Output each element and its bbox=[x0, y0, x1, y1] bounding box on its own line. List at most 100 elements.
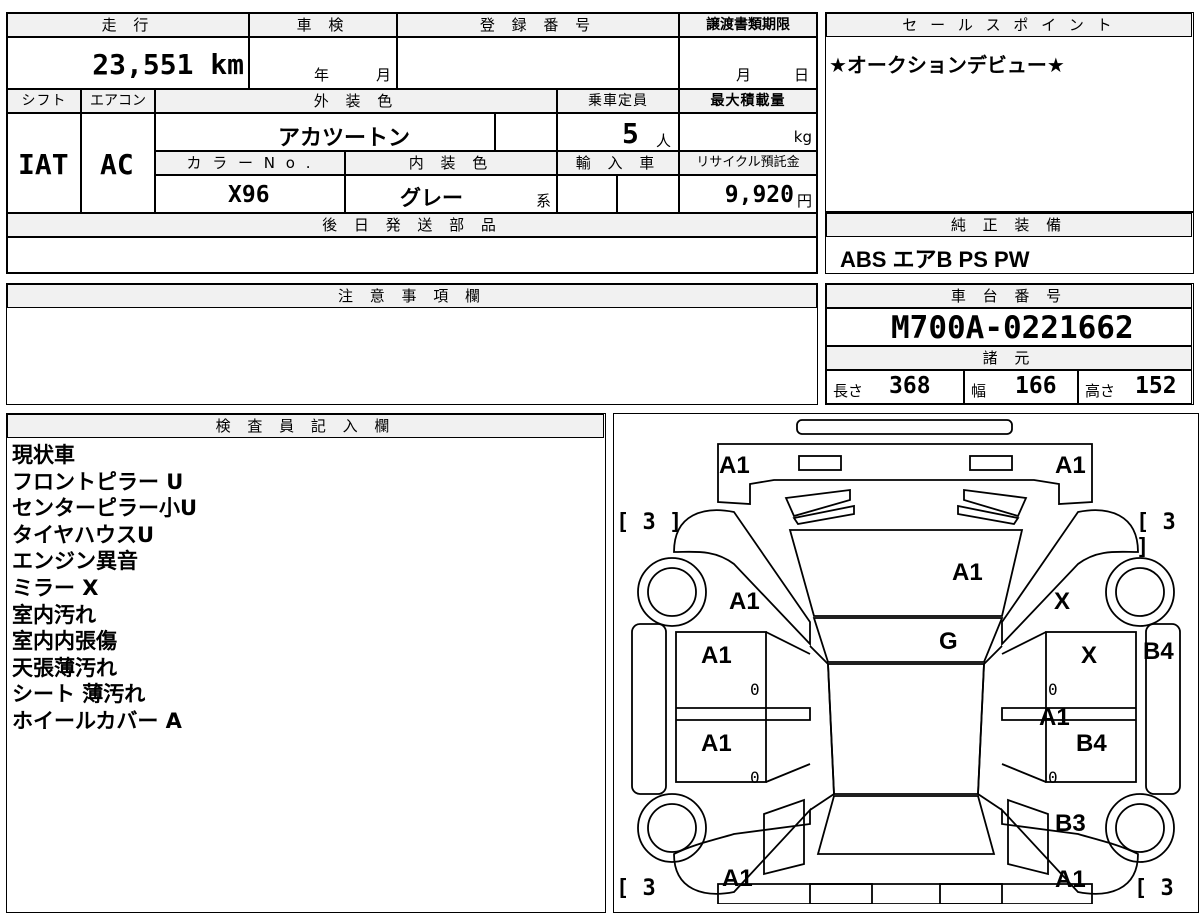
capacity-unit: 人 bbox=[656, 132, 672, 150]
exterior-color-cell: アカツートン bbox=[155, 113, 495, 151]
inspector-note: 室内内張傷 bbox=[12, 629, 117, 654]
registration-cell bbox=[397, 37, 679, 89]
width-label: 幅 bbox=[971, 382, 987, 400]
door-zero-mark: 0 bbox=[1048, 768, 1058, 787]
later-parts-cell bbox=[7, 237, 817, 273]
capacity-header: 乗車定員 bbox=[557, 89, 679, 113]
genuine-equipment-box: 純 正 装 備 ABS エアB PS PW bbox=[825, 212, 1194, 274]
transfer-day: 日 bbox=[794, 66, 810, 84]
tire-bracket: [ 3 ] bbox=[616, 510, 683, 535]
ac-value: AC bbox=[100, 148, 134, 181]
door-zero-mark: 0 bbox=[750, 768, 760, 787]
damage-mark: A1 bbox=[1039, 704, 1070, 731]
chassis-header: 車 台 番 号 bbox=[826, 284, 1192, 308]
mileage-header: 走 行 bbox=[7, 13, 249, 37]
damage-mark: A1 bbox=[701, 642, 732, 669]
transfer-month: 月 bbox=[736, 66, 752, 84]
inspector-note: フロントピラー U bbox=[12, 469, 184, 494]
genuine-equipment-value: ABS エアB PS PW bbox=[840, 247, 1030, 272]
transfer-deadline-cell: 月 日 bbox=[679, 37, 817, 89]
interior-color-cell: グレー 系 bbox=[345, 175, 557, 213]
door-zero-mark: 0 bbox=[1048, 680, 1058, 699]
shaken-header: 車 検 bbox=[249, 13, 397, 37]
height-value: 152 bbox=[1135, 373, 1177, 399]
inspector-note: エンジン異音 bbox=[12, 549, 138, 574]
damage-mark: B4 bbox=[1143, 638, 1174, 665]
damage-mark: A1 bbox=[1055, 866, 1086, 893]
damage-mark: A1 bbox=[719, 452, 750, 479]
damage-mark: A1 bbox=[722, 865, 753, 892]
inspector-notes-list: 現状車 フロントピラー U センターピラー小U タイヤハウスU エンジン異音 ミ… bbox=[12, 442, 197, 735]
notes-box: 注 意 事 項 欄 bbox=[6, 283, 818, 405]
damage-mark: A1 bbox=[1055, 452, 1086, 479]
later-parts-header: 後 日 発 送 部 品 bbox=[7, 213, 817, 237]
recycle-unit: 円 bbox=[796, 192, 812, 210]
inspector-note: シート 薄汚れ bbox=[12, 682, 146, 707]
damage-mark: G bbox=[939, 628, 958, 655]
damage-diagram-box: A1 A1 A1 A1 X G A1 X B4 A1 A1 B4 A1 B3 A… bbox=[613, 413, 1199, 913]
registration-header: 登 録 番 号 bbox=[397, 13, 679, 37]
import-cell-b bbox=[617, 175, 679, 213]
max-load-unit: kg bbox=[793, 128, 812, 146]
length-value: 368 bbox=[889, 373, 931, 399]
inspector-note: 現状車 bbox=[12, 443, 75, 467]
transfer-deadline-header: 譲渡書類期限 bbox=[679, 13, 817, 37]
shift-header: シフト bbox=[7, 89, 81, 113]
import-header: 輸 入 車 bbox=[557, 151, 679, 175]
damage-mark: A1 bbox=[701, 730, 732, 757]
width-value: 166 bbox=[1015, 373, 1057, 399]
interior-color-value: グレー bbox=[400, 186, 463, 210]
height-cell: 高さ 152 bbox=[1078, 370, 1192, 404]
ac-header: エアコン bbox=[81, 89, 155, 113]
width-cell: 幅 166 bbox=[964, 370, 1078, 404]
interior-color-header: 内 装 色 bbox=[345, 151, 557, 175]
damage-mark: X bbox=[1054, 588, 1071, 615]
import-cell-a bbox=[557, 175, 617, 213]
exterior-color-header: 外 装 色 bbox=[155, 89, 557, 113]
damage-mark: A1 bbox=[952, 559, 983, 586]
color-no-value: X96 bbox=[228, 182, 270, 208]
capacity-cell: 5 人 bbox=[557, 113, 679, 151]
inspector-note: 室内汚れ bbox=[12, 602, 96, 627]
length-cell: 長さ 368 bbox=[826, 370, 964, 404]
shaken-cell: 年 月 bbox=[249, 37, 397, 89]
tire-bracket: [ 3 bbox=[1134, 876, 1174, 901]
inspector-note: ホイールカバー A bbox=[12, 708, 182, 733]
sales-point-text: ★オークションデビュー★ bbox=[829, 53, 1065, 77]
max-load-cell: kg bbox=[679, 113, 817, 151]
sales-point-header: セ ー ル ス ポ イ ン ト bbox=[826, 13, 1192, 37]
shaken-month: 月 bbox=[376, 66, 392, 84]
damage-mark: A1 bbox=[729, 588, 760, 615]
interior-color-suffix: 系 bbox=[536, 192, 552, 210]
inspector-note: ミラー X bbox=[12, 575, 99, 600]
inspector-note: タイヤハウスU bbox=[12, 522, 155, 547]
height-label: 高さ bbox=[1085, 382, 1116, 400]
damage-mark: B4 bbox=[1076, 730, 1107, 757]
mileage-cell: 23,551 km bbox=[7, 37, 249, 89]
chassis-box: 車 台 番 号 M700A-0221662 諸 元 長さ 368 幅 166 高… bbox=[825, 283, 1194, 405]
damage-mark: B3 bbox=[1055, 810, 1086, 837]
chassis-number-value: M700A-0221662 bbox=[891, 310, 1134, 346]
mileage-value: 23,551 km bbox=[92, 48, 244, 81]
max-load-header: 最大積載量 bbox=[679, 89, 817, 113]
inspector-box: 検 査 員 記 入 欄 現状車 フロントピラー U センターピラー小U タイヤハ… bbox=[6, 413, 606, 913]
shift-value: IAT bbox=[18, 148, 69, 181]
vehicle-info-table: 走 行 車 検 登 録 番 号 譲渡書類期限 23,551 km 年 月 月 日… bbox=[6, 12, 818, 274]
shift-cell: IAT bbox=[7, 113, 81, 213]
shaken-year: 年 bbox=[314, 66, 330, 84]
color-no-header: カ ラ ー N o . bbox=[155, 151, 345, 175]
damage-mark: X bbox=[1081, 642, 1098, 669]
exterior-color-value: アカツートン bbox=[278, 126, 411, 151]
spec-header: 諸 元 bbox=[826, 346, 1192, 370]
ac-cell: AC bbox=[81, 113, 155, 213]
door-zero-mark: 0 bbox=[750, 680, 760, 699]
recycle-value: 9,920 bbox=[724, 182, 794, 208]
notes-header: 注 意 事 項 欄 bbox=[7, 284, 817, 308]
chassis-number-cell: M700A-0221662 bbox=[826, 308, 1192, 346]
tire-bracket: [ 3 bbox=[616, 876, 656, 901]
inspector-note: センターピラー小U bbox=[12, 496, 198, 521]
inspector-note: 天張薄汚れ bbox=[12, 655, 117, 680]
genuine-equipment-header: 純 正 装 備 bbox=[826, 213, 1192, 237]
capacity-value: 5 bbox=[622, 117, 639, 150]
recycle-header: リサイクル預託金 bbox=[679, 151, 817, 175]
